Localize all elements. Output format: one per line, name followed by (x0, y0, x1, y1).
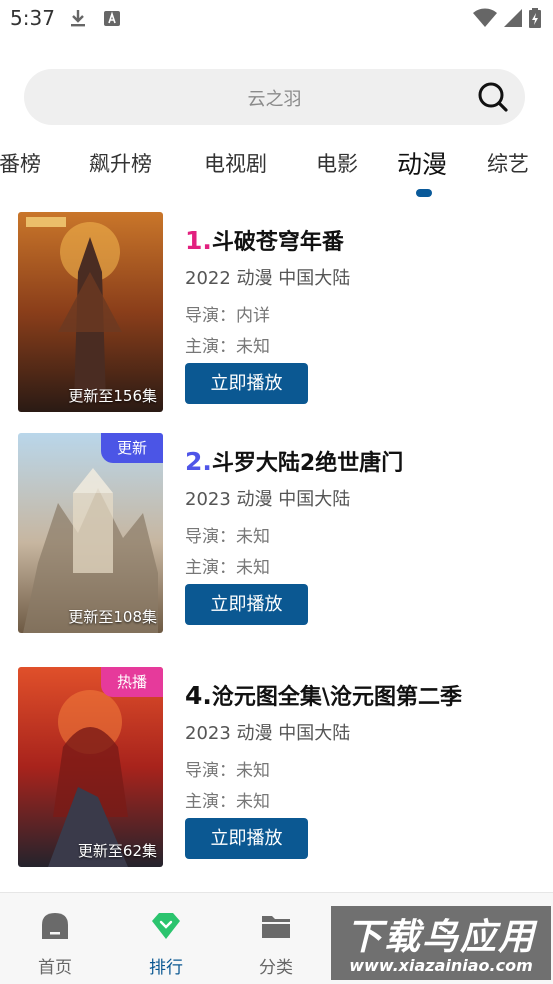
status-time: 5:37 (10, 6, 55, 30)
nav-home[interactable]: 首页 (0, 893, 110, 984)
item-director: 导演：未知 (185, 527, 270, 547)
item-meta: 2023 动漫 中国大陆 (185, 723, 351, 744)
tab-indicator (416, 189, 432, 197)
search-icon[interactable] (477, 81, 509, 113)
nav-ranking-label: 排行 (149, 958, 183, 978)
item-actor: 主演：未知 (185, 792, 270, 812)
item-director: 导演：未知 (185, 761, 270, 781)
item-meta: 2022 动漫 中国大陆 (185, 268, 351, 289)
rank-number: 4. (185, 681, 212, 710)
category-tabs: 番榜 飙升榜 电视剧 电影 动漫 综艺 (0, 140, 553, 200)
watermark-logo: 下载鸟应用 www.xiazainiao.com (331, 906, 551, 980)
tab-anime[interactable]: 动漫 (397, 145, 447, 181)
play-now-button[interactable]: 立即播放 (185, 584, 308, 625)
play-now-button[interactable]: 立即播放 (185, 818, 308, 859)
item-title[interactable]: 沧元图全集\沧元图第二季 (212, 685, 462, 710)
status-icons-left (68, 8, 122, 28)
hot-badge: 热播 (101, 667, 163, 697)
item-meta: 2023 动漫 中国大陆 (185, 489, 351, 510)
item-actor: 主演：未知 (185, 558, 270, 578)
item-title-line[interactable]: 4.沧元图全集\沧元图第二季 (185, 679, 462, 711)
tab-tv-series[interactable]: 电视剧 (204, 148, 267, 178)
wifi-icon (473, 8, 497, 27)
home-icon (42, 913, 68, 939)
tab-fan[interactable]: 番榜 (0, 148, 41, 178)
poster-image[interactable]: 热播 更新至62集 (18, 667, 163, 867)
status-bar: 5:37 (0, 0, 553, 40)
watermark-title: 下载鸟应用 (345, 917, 536, 958)
tab-movie[interactable]: 电影 (316, 148, 358, 178)
episode-caption: 更新至156集 (68, 387, 157, 405)
rank-number: 1. (185, 226, 212, 255)
ranking-icon (152, 913, 180, 939)
item-title-line[interactable]: 2.斗罗大陆2绝世唐门 (185, 445, 403, 477)
update-badge: 更新 (101, 433, 163, 463)
list-item[interactable]: 更新至156集 1.斗破苍穹年番 2022 动漫 中国大陆 导演：内详 主演：未… (0, 212, 553, 412)
watermark-url: www.xiazainiao.com (349, 956, 533, 975)
nav-home-label: 首页 (38, 958, 72, 978)
item-title-line[interactable]: 1.斗破苍穹年番 (185, 224, 344, 256)
folder-icon (262, 916, 290, 938)
item-director: 导演：内详 (185, 306, 270, 326)
nav-ranking[interactable]: 排行 (111, 893, 221, 984)
battery-icon (529, 8, 541, 28)
tab-variety[interactable]: 综艺 (487, 148, 529, 178)
item-title[interactable]: 斗罗大陆2绝世唐门 (212, 451, 403, 476)
tab-rising[interactable]: 飙升榜 (89, 148, 152, 178)
episode-caption: 更新至108集 (68, 608, 157, 626)
rank-number: 2. (185, 447, 212, 476)
search-input[interactable]: 云之羽 (24, 85, 525, 111)
poster-image[interactable]: 更新至156集 (18, 212, 163, 412)
item-actor: 主演：未知 (185, 337, 270, 357)
signal-icon (504, 9, 522, 27)
episode-caption: 更新至62集 (77, 842, 157, 860)
item-title[interactable]: 斗破苍穹年番 (212, 230, 344, 255)
nav-category[interactable]: 分类 (221, 893, 331, 984)
poster-image[interactable]: 更新 更新至108集 (18, 433, 163, 633)
download-icon (71, 10, 85, 27)
list-item[interactable]: 更新 更新至108集 2.斗罗大陆2绝世唐门 2023 动漫 中国大陆 导演：未… (0, 433, 553, 633)
keyboard-icon (104, 11, 120, 26)
list-item[interactable]: 热播 更新至62集 4.沧元图全集\沧元图第二季 2023 动漫 中国大陆 导演… (0, 667, 553, 867)
search-bar[interactable]: 云之羽 (24, 69, 525, 125)
nav-category-label: 分类 (259, 958, 293, 978)
status-icons-right (473, 8, 541, 28)
play-now-button[interactable]: 立即播放 (185, 363, 308, 404)
